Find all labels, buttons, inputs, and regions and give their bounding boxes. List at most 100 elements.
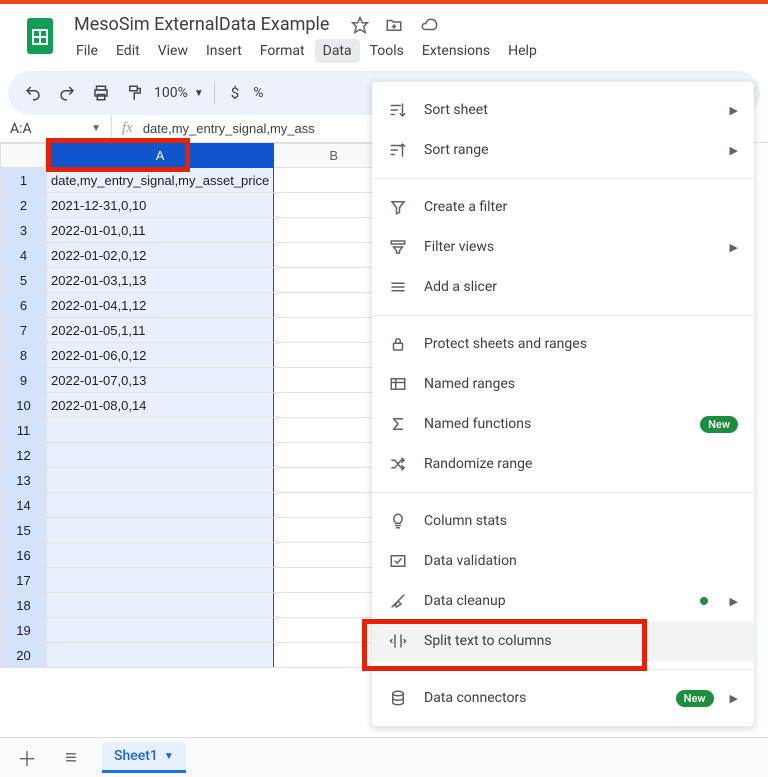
column-header-A[interactable]: A bbox=[47, 144, 274, 168]
row-header[interactable]: 18 bbox=[1, 593, 47, 618]
row-header[interactable]: 7 bbox=[1, 318, 47, 343]
cell[interactable] bbox=[47, 443, 274, 468]
cell[interactable] bbox=[47, 568, 274, 593]
row-header[interactable]: 1 bbox=[1, 168, 47, 193]
row-header[interactable]: 4 bbox=[1, 243, 47, 268]
cell[interactable]: 2022-01-05,1,11 bbox=[47, 318, 274, 343]
cell[interactable]: 2022-01-01,0,11 bbox=[47, 218, 274, 243]
cell[interactable] bbox=[47, 618, 274, 643]
select-all-corner[interactable] bbox=[1, 144, 47, 168]
menu-file[interactable]: File bbox=[68, 39, 106, 63]
cell[interactable]: 2022-01-06,0,12 bbox=[47, 343, 274, 368]
row-header[interactable]: 8 bbox=[1, 343, 47, 368]
menu-item-sort-range[interactable]: Sort range▶ bbox=[372, 130, 754, 170]
cell[interactable]: 2022-01-03,1,13 bbox=[47, 268, 274, 293]
row-header[interactable]: 19 bbox=[1, 618, 47, 643]
menu-item-randomize-range[interactable]: Randomize range bbox=[372, 444, 754, 484]
menu-item-column-stats[interactable]: Column stats bbox=[372, 501, 754, 541]
header: MesoSim ExternalData Example FileEditVie… bbox=[0, 4, 768, 63]
menu-item-sort-sheet[interactable]: Sort sheet▶ bbox=[372, 90, 754, 130]
menu-data[interactable]: Data bbox=[315, 39, 360, 63]
row-header[interactable]: 5 bbox=[1, 268, 47, 293]
cell[interactable] bbox=[47, 593, 274, 618]
filter-views-icon bbox=[388, 237, 408, 257]
cell[interactable] bbox=[47, 543, 274, 568]
menu-item-protect-sheets-and-ranges[interactable]: Protect sheets and ranges bbox=[372, 324, 754, 364]
cell[interactable]: date,my_entry_signal,my_asset_price bbox=[47, 168, 274, 193]
row-header[interactable]: 14 bbox=[1, 493, 47, 518]
cleanup-icon bbox=[388, 591, 408, 611]
menu-item-label: Named ranges bbox=[424, 376, 738, 392]
cell[interactable]: 2021-12-31,0,10 bbox=[47, 193, 274, 218]
bulb-icon bbox=[388, 511, 408, 531]
sheet-tab-bar: ＋ ≡ Sheet1▼ bbox=[0, 737, 768, 777]
cell[interactable]: 2022-01-04,1,12 bbox=[47, 293, 274, 318]
row-header[interactable]: 16 bbox=[1, 543, 47, 568]
row-header[interactable]: 11 bbox=[1, 418, 47, 443]
row-header[interactable]: 12 bbox=[1, 443, 47, 468]
menu-item-named-ranges[interactable]: Named ranges bbox=[372, 364, 754, 404]
menu-insert[interactable]: Insert bbox=[198, 39, 250, 63]
move-icon[interactable] bbox=[385, 16, 403, 34]
filter-icon bbox=[388, 197, 408, 217]
print-button[interactable] bbox=[86, 78, 116, 108]
menu-item-label: Randomize range bbox=[424, 456, 738, 472]
row-header[interactable]: 15 bbox=[1, 518, 47, 543]
menu-item-label: Named functions bbox=[424, 416, 684, 432]
sheet-tab[interactable]: Sheet1▼ bbox=[102, 742, 186, 773]
menu-item-data-cleanup[interactable]: Data cleanup▶ bbox=[372, 581, 754, 621]
row-header[interactable]: 20 bbox=[1, 643, 47, 668]
menu-item-split-text-to-columns[interactable]: Split text to columns bbox=[372, 621, 754, 661]
sheets-logo[interactable] bbox=[20, 16, 60, 56]
menu-item-data-connectors[interactable]: Data connectorsNew▶ bbox=[372, 678, 754, 718]
cell[interactable] bbox=[47, 518, 274, 543]
add-sheet-button[interactable]: ＋ bbox=[14, 743, 40, 772]
cell[interactable] bbox=[47, 468, 274, 493]
menu-item-create-a-filter[interactable]: Create a filter bbox=[372, 187, 754, 227]
row-header[interactable]: 13 bbox=[1, 468, 47, 493]
row-header[interactable]: 17 bbox=[1, 568, 47, 593]
menu-item-label: Data validation bbox=[424, 553, 738, 569]
zoom-dropdown[interactable]: 100%▼ bbox=[154, 85, 204, 101]
menu-edit[interactable]: Edit bbox=[108, 39, 148, 63]
menu-format[interactable]: Format bbox=[252, 39, 313, 63]
cell[interactable]: 2022-01-07,0,13 bbox=[47, 368, 274, 393]
cell[interactable]: 2022-01-08,0,14 bbox=[47, 393, 274, 418]
undo-button[interactable] bbox=[18, 78, 48, 108]
cloud-status-icon[interactable] bbox=[419, 16, 439, 34]
menu-item-label: Protect sheets and ranges bbox=[424, 336, 738, 352]
menu-tools[interactable]: Tools bbox=[362, 39, 412, 63]
row-header[interactable]: 9 bbox=[1, 368, 47, 393]
name-box[interactable]: A:A▼ bbox=[0, 115, 112, 142]
menu-item-named-functions[interactable]: Named functionsNew bbox=[372, 404, 754, 444]
all-sheets-button[interactable]: ≡ bbox=[58, 745, 84, 770]
menu-item-label: Split text to columns bbox=[424, 633, 738, 649]
row-header[interactable]: 10 bbox=[1, 393, 47, 418]
document-title[interactable]: MesoSim ExternalData Example bbox=[68, 12, 335, 37]
row-header[interactable]: 2 bbox=[1, 193, 47, 218]
percent-format-button[interactable]: % bbox=[253, 85, 263, 101]
menu-help[interactable]: Help bbox=[500, 39, 545, 63]
menu-item-filter-views[interactable]: Filter views▶ bbox=[372, 227, 754, 267]
formula-bar[interactable]: date,my_entry_signal,my_ass bbox=[143, 121, 315, 136]
lock-icon bbox=[388, 334, 408, 354]
cell[interactable]: 2022-01-02,0,12 bbox=[47, 243, 274, 268]
star-icon[interactable] bbox=[351, 16, 369, 34]
menu-item-data-validation[interactable]: Data validation bbox=[372, 541, 754, 581]
shuffle-icon bbox=[388, 454, 408, 474]
menu-item-label: Column stats bbox=[424, 513, 738, 529]
menu-item-label: Sort range bbox=[424, 142, 714, 158]
menu-item-label: Data cleanup bbox=[424, 593, 684, 609]
redo-button[interactable] bbox=[52, 78, 82, 108]
cell[interactable] bbox=[47, 418, 274, 443]
cell[interactable] bbox=[47, 643, 274, 668]
menu-view[interactable]: View bbox=[150, 39, 196, 63]
row-header[interactable]: 3 bbox=[1, 218, 47, 243]
data-menu: Sort sheet▶ Sort range▶ Create a filter … bbox=[372, 82, 754, 726]
menu-item-add-a-slicer[interactable]: Add a slicer bbox=[372, 267, 754, 307]
menu-extensions[interactable]: Extensions bbox=[414, 39, 498, 63]
cell[interactable] bbox=[47, 493, 274, 518]
currency-format-button[interactable]: $ bbox=[231, 84, 239, 102]
paint-format-button[interactable] bbox=[120, 78, 150, 108]
row-header[interactable]: 6 bbox=[1, 293, 47, 318]
